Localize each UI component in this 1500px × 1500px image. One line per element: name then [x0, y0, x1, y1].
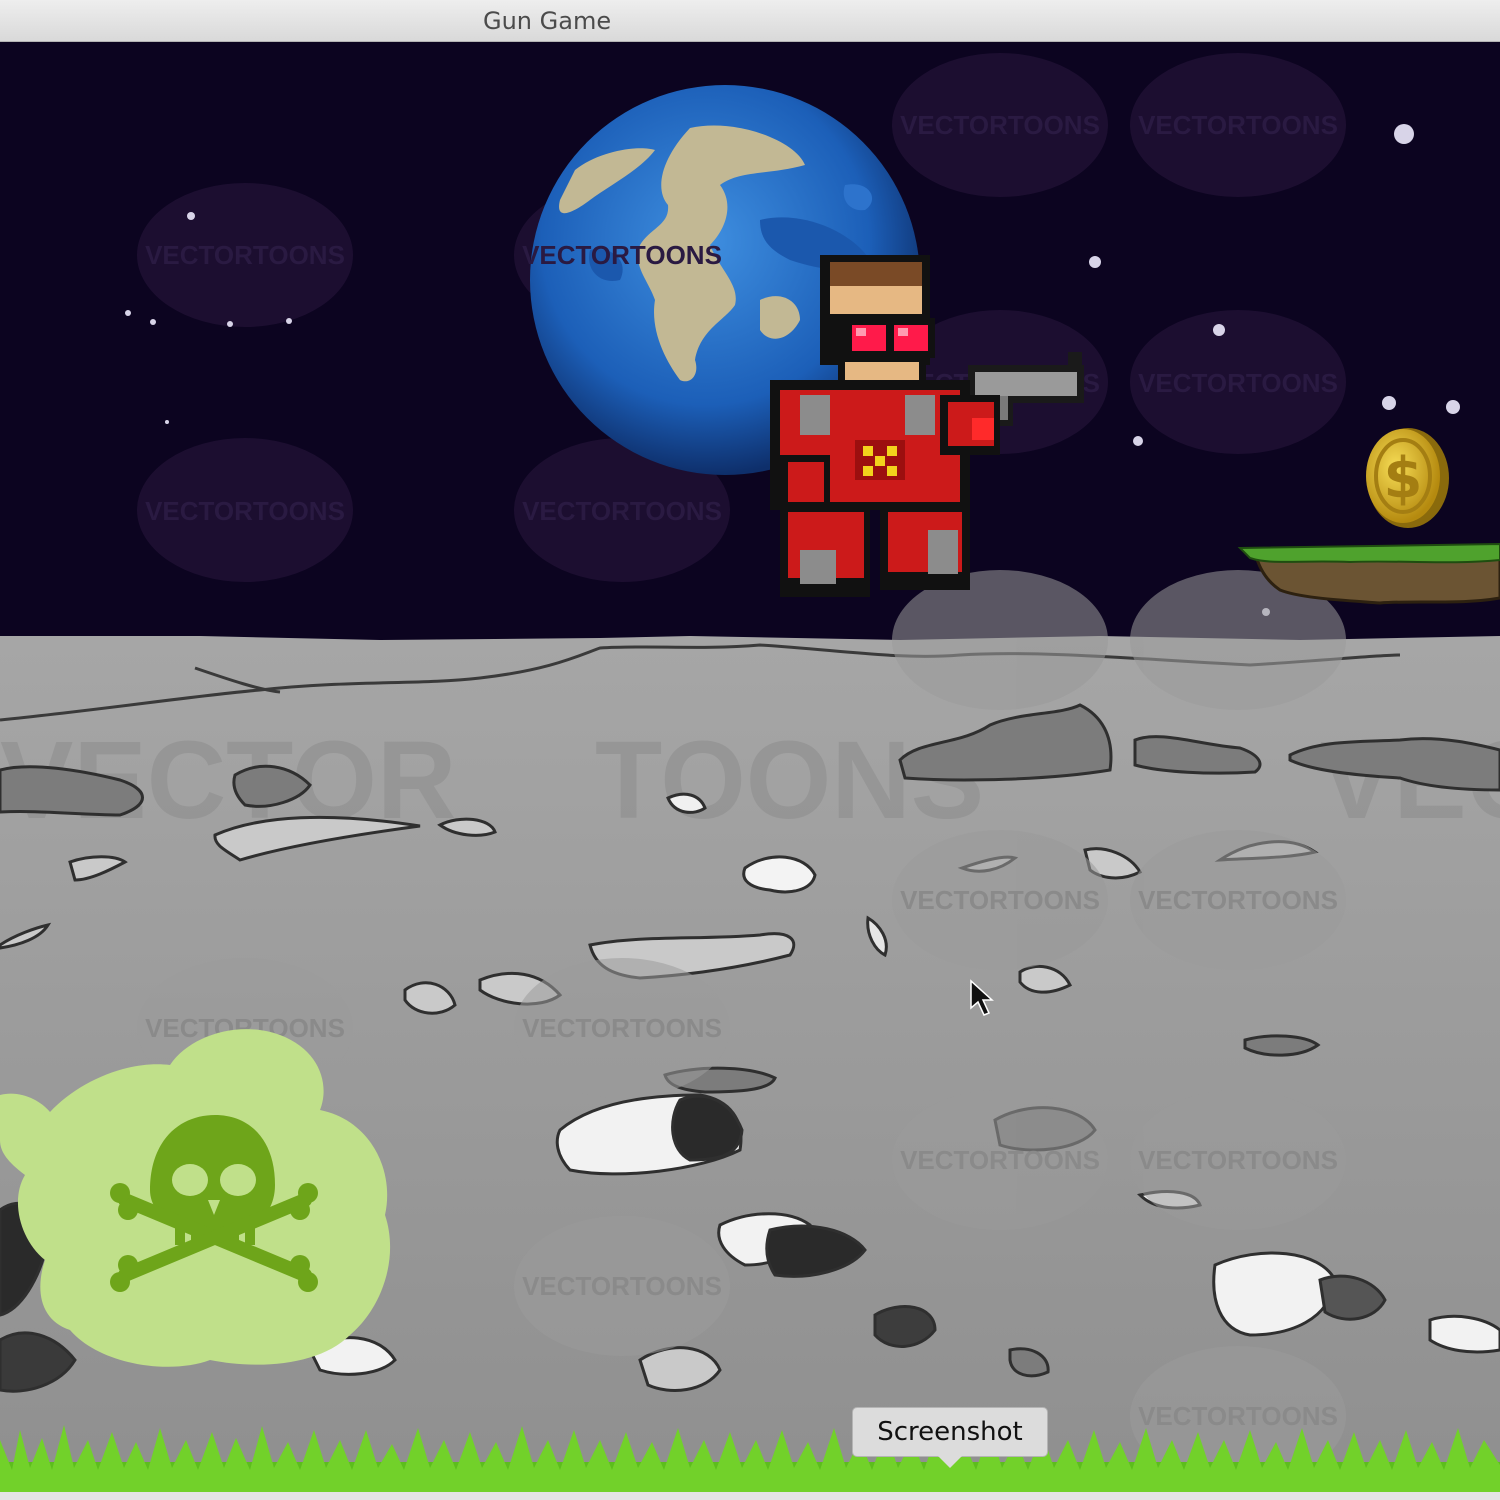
watermark-text: VECTORTOONS [522, 1271, 722, 1301]
screenshot-tooltip: Screenshot [852, 1407, 1048, 1457]
window-title: Gun Game [483, 7, 612, 35]
game-canvas[interactable]: VECTOR TOONS VECTORTOONS VECTORTOONS VEC… [0, 42, 1500, 1496]
watermark-text: VECTORTOONS [145, 496, 345, 526]
game-scene[interactable]: VECTOR TOONS VECTORTOONS VECTORTOONS VEC… [0, 42, 1500, 1496]
coin-symbol: $ [1384, 446, 1423, 511]
watermark-text: VECTORTOONS [1138, 1401, 1338, 1431]
watermark-text: VECTORTOONS [900, 110, 1100, 140]
watermark-text: VECTORTOONS [522, 1013, 722, 1043]
window-bottom-edge [0, 1492, 1500, 1500]
watermark-text: VECTORTOONS [1138, 110, 1338, 140]
window-titlebar: Gun Game [0, 0, 1500, 42]
watermark-text: VECTORTOONS [900, 885, 1100, 915]
watermark-text: VECTORTOONS [522, 240, 722, 270]
watermark-text: VECTORTOONS [1138, 368, 1338, 398]
watermark-text: VECTORTOONS [145, 240, 345, 270]
tooltip-arrow [938, 1456, 962, 1468]
watermark-text: VECTORTOONS [1138, 885, 1338, 915]
watermark-text: VECTORTOONS [522, 496, 722, 526]
watermark-text: VECTORTOONS [1138, 1145, 1338, 1175]
watermark-text: VECTORTOONS [900, 1145, 1100, 1175]
